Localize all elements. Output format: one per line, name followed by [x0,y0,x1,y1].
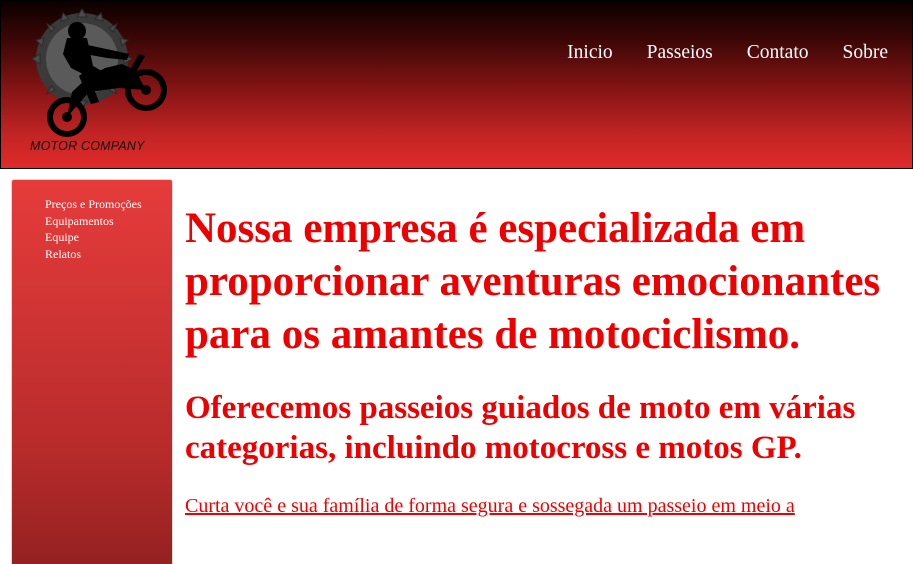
main-heading: Nossa empresa é especializada em proporc… [185,205,881,358]
nav-link-passeios[interactable]: Passeios [647,42,713,64]
sidebar-item-precos-promocoes[interactable]: Preços e Promoções [45,196,172,213]
sidebar: Preços e Promoções Equipamentos Equipe R… [12,180,172,564]
site-header: MOTOR COMPANY Inicio Passeios Contato So… [0,0,913,169]
logo-text: MOTOR COMPANY [30,139,145,153]
sidebar-item-relatos[interactable]: Relatos [45,246,172,263]
intro-paragraph: Curta você e sua família de forma segura… [185,495,795,517]
motorcycle-logo-icon[interactable] [27,4,177,154]
sidebar-menu: Preços e Promoções Equipamentos Equipe R… [12,180,172,262]
sidebar-item-equipe[interactable]: Equipe [45,229,172,246]
main-content: Nossa empresa é especializada em proporc… [185,202,905,518]
sidebar-item-equipamentos[interactable]: Equipamentos [45,213,172,230]
nav-link-sobre[interactable]: Sobre [843,42,889,64]
nav-link-inicio[interactable]: Inicio [567,42,612,64]
nav-link-contato[interactable]: Contato [747,42,809,64]
sub-heading: Oferecemos passeios guiados de moto em v… [185,390,856,466]
main-nav: Inicio Passeios Contato Sobre [567,42,888,64]
